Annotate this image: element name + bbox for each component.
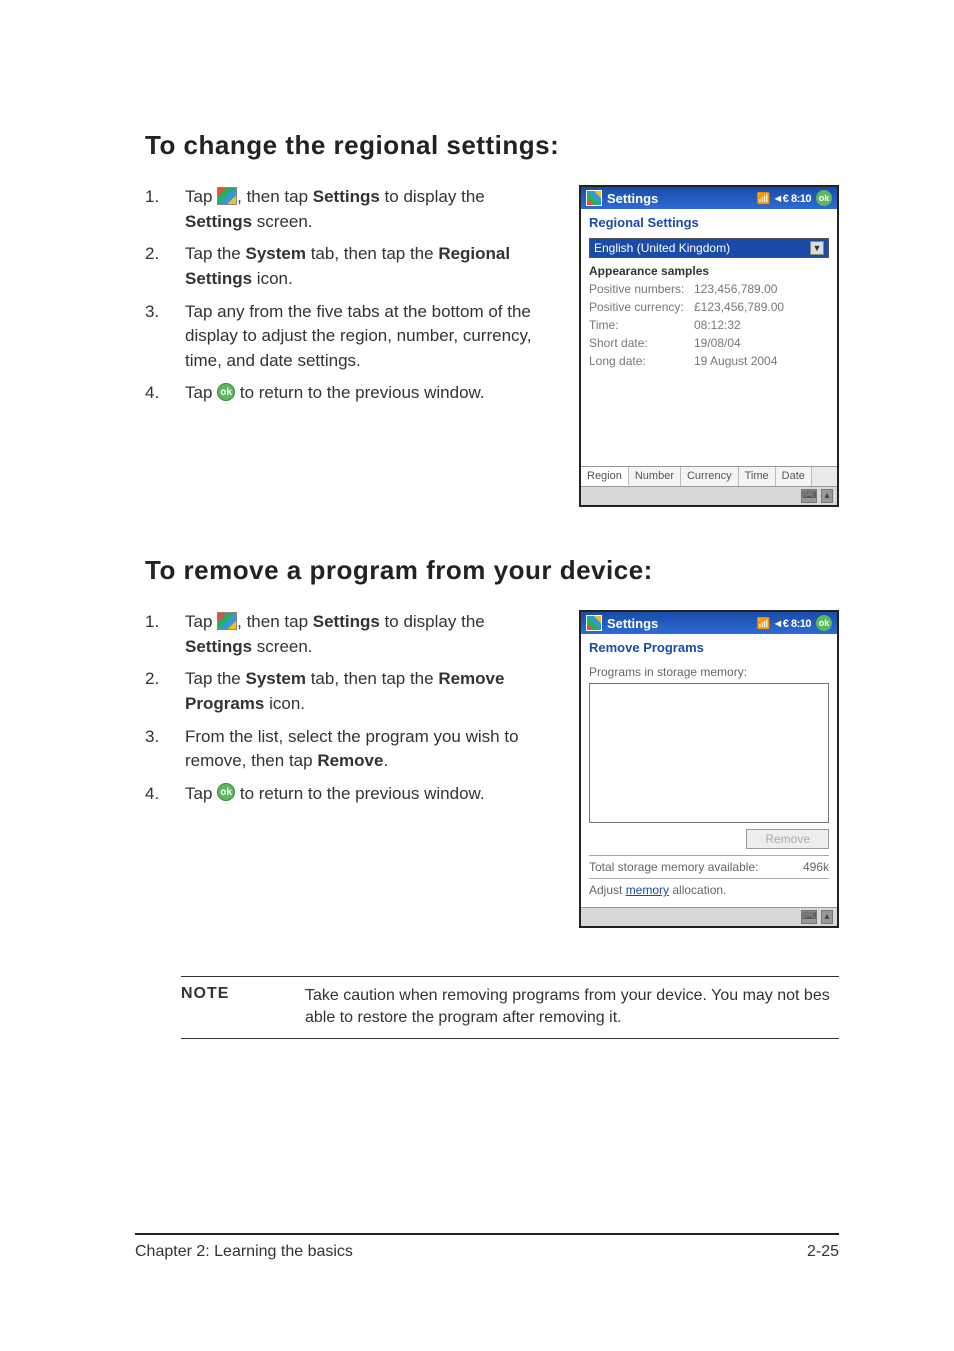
mem-value: 496k	[803, 860, 829, 874]
chevron-down-icon[interactable]: ▼	[810, 241, 824, 255]
start-icon[interactable]	[586, 615, 602, 631]
text: Tap	[185, 784, 217, 803]
text: Tap the	[185, 669, 246, 688]
pda-screenshot-remove: Settings 📶 ◄€ 8:10 ok Remove Programs Pr…	[579, 610, 839, 928]
text: tab, then tap the	[306, 244, 438, 263]
heading-remove: To remove a program from your device:	[145, 555, 839, 586]
tab-date[interactable]: Date	[776, 467, 812, 486]
dropdown-value: English (United Kingdom)	[594, 241, 730, 255]
note-label: NOTE	[181, 985, 277, 1030]
text: to display the	[380, 187, 485, 206]
instructions-regional: Tap , then tap Settings to display the S…	[145, 185, 549, 414]
programs-listbox[interactable]	[589, 683, 829, 823]
text: screen.	[252, 212, 312, 231]
step-2: Tap the System tab, then tap the Regiona…	[145, 242, 549, 291]
tab-time[interactable]: Time	[739, 467, 776, 486]
text: to return to the previous window.	[235, 383, 484, 402]
sample-row: Long date:19 August 2004	[589, 352, 829, 370]
text-bold: System	[246, 244, 306, 263]
text-bold: Settings	[185, 212, 252, 231]
keyboard-icon[interactable]: ⌨	[801, 910, 817, 924]
text: icon.	[264, 694, 305, 713]
adjust-memory-row: Adjust memory allocation.	[589, 879, 829, 901]
keyboard-icon[interactable]: ⌨	[801, 489, 817, 503]
footer-page-number: 2-25	[807, 1243, 839, 1261]
text-bold: System	[246, 669, 306, 688]
text: Adjust	[589, 883, 626, 897]
step-1: Tap , then tap Settings to display the S…	[145, 610, 549, 659]
heading-regional: To change the regional settings:	[145, 130, 839, 161]
text: Tap	[185, 187, 217, 206]
text: allocation.	[669, 883, 726, 897]
block-regional: Tap , then tap Settings to display the S…	[145, 185, 839, 507]
ok-button[interactable]: ok	[816, 190, 832, 206]
remove-button[interactable]: Remove	[746, 829, 829, 849]
pda-footer-bar: ⌨ ▴	[581, 907, 837, 926]
step-3: From the list, select the program you wi…	[145, 725, 549, 774]
screen-title: Remove Programs	[581, 634, 837, 663]
note-text: Take caution when removing programs from…	[305, 985, 839, 1030]
pda-footer-bar: ⌨ ▴	[581, 486, 837, 505]
ok-icon: ok	[217, 783, 235, 801]
tab-currency[interactable]: Currency	[681, 467, 739, 486]
step-4: Tap ok to return to the previous window.	[145, 381, 549, 406]
memory-link[interactable]: memory	[626, 883, 669, 897]
text: tab, then tap the	[306, 669, 438, 688]
programs-label: Programs in storage memory:	[589, 663, 829, 683]
ok-icon: ok	[217, 383, 235, 401]
memory-available-row: Total storage memory available: 496k	[589, 856, 829, 879]
text-bold: Settings	[185, 637, 252, 656]
text-bold: Settings	[313, 612, 380, 631]
text: Tap	[185, 612, 217, 631]
status-indicators: 📶 ◄€ 8:10	[757, 617, 811, 630]
pda-screenshot-regional: Settings 📶 ◄€ 8:10 ok Regional Settings …	[579, 185, 839, 507]
pda-titlebar: Settings 📶 ◄€ 8:10 ok	[581, 612, 837, 634]
note-callout: NOTE Take caution when removing programs…	[181, 976, 839, 1039]
up-arrow-icon[interactable]: ▴	[821, 489, 833, 503]
text: to return to the previous window.	[235, 784, 484, 803]
block-remove: Tap , then tap Settings to display the S…	[145, 610, 839, 928]
text-bold: Settings	[313, 187, 380, 206]
screen-title: Regional Settings	[581, 209, 837, 238]
step-4: Tap ok to return to the previous window.	[145, 782, 549, 807]
text: , then tap	[237, 187, 313, 206]
pda-app-title: Settings	[607, 616, 658, 631]
ok-button[interactable]: ok	[816, 615, 832, 631]
appearance-samples-label: Appearance samples	[589, 264, 829, 278]
sample-row: Time:08:12:32	[589, 316, 829, 334]
tab-number[interactable]: Number	[629, 467, 681, 486]
pda-titlebar: Settings 📶 ◄€ 8:10 ok	[581, 187, 837, 209]
sample-row: Positive numbers:123,456,789.00	[589, 280, 829, 298]
locale-dropdown[interactable]: English (United Kingdom) ▼	[589, 238, 829, 258]
sample-row: Short date:19/08/04	[589, 334, 829, 352]
up-arrow-icon[interactable]: ▴	[821, 910, 833, 924]
sample-row: Positive currency:£123,456,789.00	[589, 298, 829, 316]
step-1: Tap , then tap Settings to display the S…	[145, 185, 549, 234]
settings-tabs: Region Number Currency Time Date	[581, 466, 837, 486]
start-icon[interactable]	[586, 190, 602, 206]
start-icon	[217, 187, 237, 205]
tab-region[interactable]: Region	[581, 467, 629, 486]
text: to display the	[380, 612, 485, 631]
status-indicators: 📶 ◄€ 8:10	[757, 192, 811, 205]
page-footer: Chapter 2: Learning the basics 2-25	[135, 1233, 839, 1261]
text: Tap	[185, 383, 217, 402]
text: .	[383, 751, 388, 770]
text: , then tap	[237, 612, 313, 631]
mem-label: Total storage memory available:	[589, 860, 758, 874]
step-2: Tap the System tab, then tap the Remove …	[145, 667, 549, 716]
pda-app-title: Settings	[607, 191, 658, 206]
step-3: Tap any from the five tabs at the bottom…	[145, 300, 549, 374]
start-icon	[217, 612, 237, 630]
text: screen.	[252, 637, 312, 656]
footer-chapter: Chapter 2: Learning the basics	[135, 1243, 353, 1261]
text: icon.	[252, 269, 293, 288]
instructions-remove: Tap , then tap Settings to display the S…	[145, 610, 549, 814]
text-bold: Remove	[317, 751, 383, 770]
text: Tap the	[185, 244, 246, 263]
